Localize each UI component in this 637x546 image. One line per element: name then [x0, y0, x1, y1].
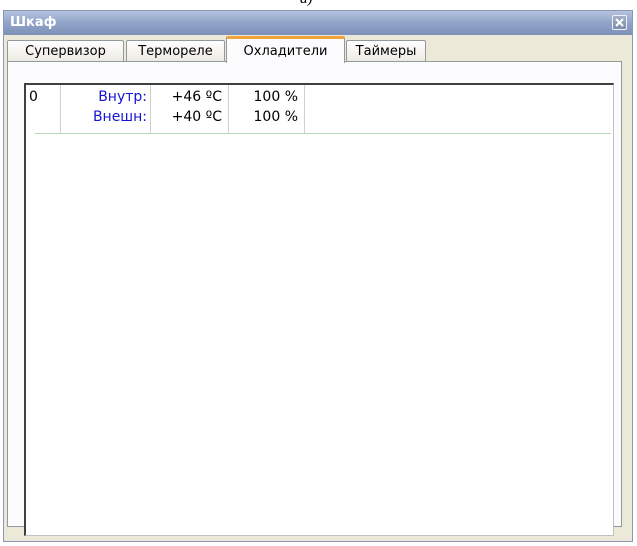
internal-percent: 100 % [253, 89, 298, 105]
cooler-index-value: 0 [29, 89, 38, 105]
row-divider [35, 133, 611, 134]
window-title: Шкаф [10, 15, 57, 30]
sensor-labels: Внутр: Внешн: [61, 85, 151, 133]
tab-strip: Супервизор Термореле Охладители Таймеры [7, 36, 631, 63]
close-icon [615, 18, 624, 27]
temperature-values: +46 ºC +40 ºC [151, 85, 229, 133]
tab-coolers[interactable]: Охладители [226, 36, 345, 63]
list-item[interactable]: 0 Внутр: Внешн: +46 ºC +40 ºC 100 % 100 … [26, 85, 613, 137]
percent-values: 100 % 100 % [229, 85, 305, 133]
title-bar[interactable]: Шкаф [4, 11, 632, 35]
internal-label: Внутр: [98, 89, 147, 105]
cooler-index: 0 [26, 85, 61, 133]
tab-thermorelay[interactable]: Термореле [126, 40, 225, 62]
external-percent: 100 % [253, 109, 298, 125]
external-temperature: +40 ºC [171, 109, 222, 125]
cooler-list[interactable]: 0 Внутр: Внешн: +46 ºC +40 ºC 100 % 100 … [24, 83, 614, 536]
tab-timers[interactable]: Таймеры [346, 40, 426, 62]
internal-temperature: +46 ºC [171, 89, 222, 105]
external-label: Внешн: [92, 109, 147, 125]
close-button[interactable] [612, 15, 627, 30]
caption-fragment: a) [300, 0, 313, 8]
tab-supervisor[interactable]: Супервизор [7, 40, 124, 62]
